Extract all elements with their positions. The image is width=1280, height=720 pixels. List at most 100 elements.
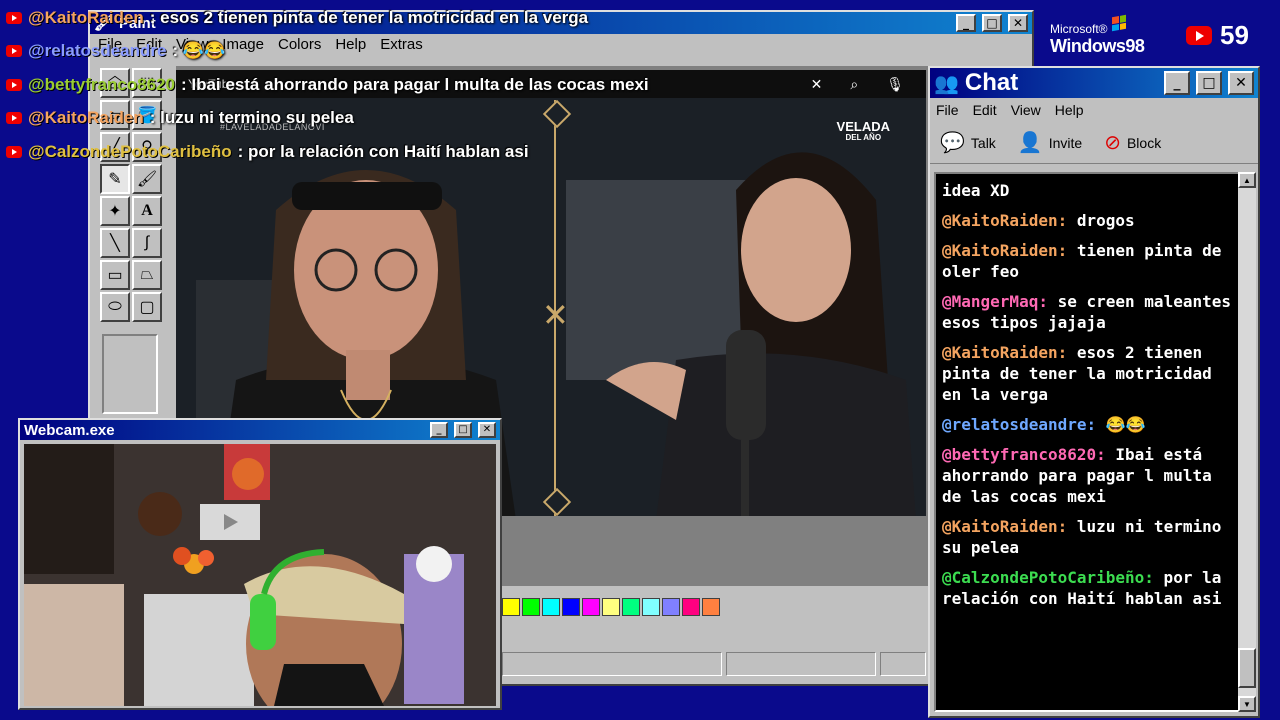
chat-message: @KaitoRaiden: luzu ni termino su pelea <box>942 516 1232 558</box>
chat-text: idea XD <box>942 181 1010 200</box>
polygon-icon[interactable]: ⏢ <box>132 260 162 290</box>
ticker-message: : Ibai está ahorrando para pagar l multa… <box>180 75 649 94</box>
palette-swatch[interactable] <box>682 598 700 616</box>
menu-help[interactable]: Help <box>1055 102 1084 118</box>
chat-text: drogos <box>1067 211 1135 230</box>
maximize-button[interactable]: □ <box>454 422 472 438</box>
minimize-button[interactable]: _ <box>1164 71 1190 95</box>
status-cell <box>726 652 876 676</box>
ticker-user: @relatosdeandre <box>28 41 167 60</box>
chat-messages-pane[interactable]: idea XD @KaitoRaiden: drogos @KaitoRaiden:… <box>934 172 1240 712</box>
palette-swatch[interactable] <box>582 598 600 616</box>
maximize-button[interactable]: □ <box>1196 71 1222 95</box>
brush-icon[interactable]: 🖌 <box>132 164 162 194</box>
rounded-rect-icon[interactable]: ▢ <box>132 292 162 322</box>
palette-swatch[interactable] <box>542 598 560 616</box>
menu-image[interactable]: Image <box>222 36 264 53</box>
menu-edit[interactable]: Edit <box>973 102 997 118</box>
youtube-icon <box>6 112 22 124</box>
menu-help[interactable]: Help <box>335 36 366 53</box>
chat-username[interactable]: @KaitoRaiden: <box>942 211 1067 230</box>
chat-scrollbar[interactable]: ▲ ▼ <box>1238 172 1256 712</box>
ticker-item: @KaitoRaiden: luzu ni termino su pelea <box>6 108 354 128</box>
chat-message: @bettyfranco8620: Ibai está ahorrando pa… <box>942 444 1232 507</box>
scroll-thumb[interactable] <box>1238 648 1256 688</box>
palette-swatch[interactable] <box>702 598 720 616</box>
close-button[interactable]: ✕ <box>1228 71 1254 95</box>
palette-swatch[interactable] <box>662 598 680 616</box>
palette-swatch[interactable] <box>602 598 620 616</box>
menu-extras[interactable]: Extras <box>380 36 423 53</box>
chat-message: @KaitoRaiden: drogos <box>942 210 1232 231</box>
menu-file[interactable]: File <box>936 102 959 118</box>
chat-username[interactable]: @KaitoRaiden: <box>942 517 1067 536</box>
ticker-message: : 😂😂 <box>172 41 226 60</box>
chat-title: Chat <box>964 69 1019 96</box>
ticker-item: @KaitoRaiden : esos 2 tienen pinta de ten… <box>6 8 588 28</box>
viewer-count: 59 <box>1186 20 1249 51</box>
ticker-item: @relatosdeandre : 😂😂 <box>6 41 225 61</box>
minimize-button[interactable]: _ <box>430 422 448 438</box>
people-icon: 👥 <box>934 72 959 95</box>
scroll-down-icon[interactable]: ▼ <box>1238 696 1256 712</box>
youtube-icon <box>1186 26 1212 45</box>
chat-username[interactable]: @relatosdeandre: <box>942 415 1096 434</box>
status-cell <box>502 652 722 676</box>
chat-menubar: File Edit View Help <box>930 98 1258 122</box>
chat-titlebar[interactable]: 👥 Chat _ □ ✕ <box>930 68 1258 98</box>
tool-options-panel <box>102 334 158 414</box>
maximize-button[interactable]: □ <box>982 14 1002 32</box>
curve-icon[interactable]: ∫ <box>132 228 162 258</box>
ticker-item: @CalzondePotoCaribeño : por la relación c… <box>6 142 529 162</box>
ticker-message: : luzu ni termino su pelea <box>149 108 354 127</box>
close-button[interactable]: ✕ <box>1008 14 1028 32</box>
chat-message: @KaitoRaiden: esos 2 tienen pinta de ten… <box>942 342 1232 405</box>
chat-username[interactable]: @bettyfranco8620: <box>942 445 1106 464</box>
ellipse-icon[interactable]: ⬭ <box>100 292 130 322</box>
close-button[interactable]: ✕ <box>478 422 496 438</box>
pencil-icon[interactable]: ✎ <box>100 164 130 194</box>
youtube-icon <box>6 79 22 91</box>
webcam-title: Webcam.exe <box>24 421 115 439</box>
microphone-icon[interactable]: 🎙 <box>886 76 904 93</box>
ticker-message: : por la relación con Haití hablan asi <box>237 142 529 161</box>
chat-username[interactable]: @KaitoRaiden: <box>942 343 1067 362</box>
airbrush-icon[interactable]: ✦ <box>100 196 130 226</box>
color-palette <box>502 598 720 616</box>
line-icon[interactable]: ╲ <box>100 228 130 258</box>
menu-colors[interactable]: Colors <box>278 36 321 53</box>
palette-swatch[interactable] <box>562 598 580 616</box>
talk-button[interactable]: 💬 Talk <box>940 130 996 155</box>
chat-message: idea XD <box>942 180 1232 201</box>
ticker-item: @bettyfranco8620: Ibai está ahorrando pa… <box>6 75 649 95</box>
right-guest-figure <box>566 152 916 516</box>
chat-message: @KaitoRaiden: tienen pinta de oler feo <box>942 240 1232 282</box>
invite-icon: 👤 <box>1017 132 1043 154</box>
windows-flag-icon <box>1112 14 1126 32</box>
chat-message: @MangerMaq: se creen maleantes esos tipo… <box>942 291 1232 333</box>
chat-username[interactable]: @CalzondePotoCaribeño: <box>942 568 1154 587</box>
text-icon[interactable]: A <box>132 196 162 226</box>
chat-username[interactable]: @KaitoRaiden: <box>942 241 1067 260</box>
block-button[interactable]: ⊘ Block <box>1104 130 1161 155</box>
palette-swatch[interactable] <box>522 598 540 616</box>
palette-swatch[interactable] <box>622 598 640 616</box>
rectangle-icon[interactable]: ▭ <box>100 260 130 290</box>
close-icon[interactable]: ✕ <box>811 76 823 93</box>
minimize-button[interactable]: _ <box>956 14 976 32</box>
palette-swatch[interactable] <box>642 598 660 616</box>
ticker-user: @KaitoRaiden <box>28 8 144 27</box>
invite-button[interactable]: 👤 Invite <box>1018 130 1082 155</box>
scroll-up-icon[interactable]: ▲ <box>1238 172 1256 188</box>
chat-message: @CalzondePotoCaribeño: por la relación c… <box>942 567 1232 609</box>
chat-toolbar: 💬 Talk 👤 Invite ⊘ Block <box>930 122 1258 164</box>
chat-message: @relatosdeandre: 😂😂 <box>942 414 1232 435</box>
search-icon[interactable]: ⌕ <box>850 76 858 93</box>
menu-view[interactable]: View <box>1011 102 1041 118</box>
palette-swatch[interactable] <box>502 598 520 616</box>
ticker-message: : esos 2 tienen pinta de tener la motric… <box>149 8 589 27</box>
chat-username[interactable]: @MangerMaq: <box>942 292 1048 311</box>
ticker-user: @CalzondePotoCaribeño <box>28 142 232 161</box>
youtube-icon <box>6 146 22 158</box>
webcam-titlebar[interactable]: Webcam.exe _ □ ✕ <box>20 420 500 440</box>
